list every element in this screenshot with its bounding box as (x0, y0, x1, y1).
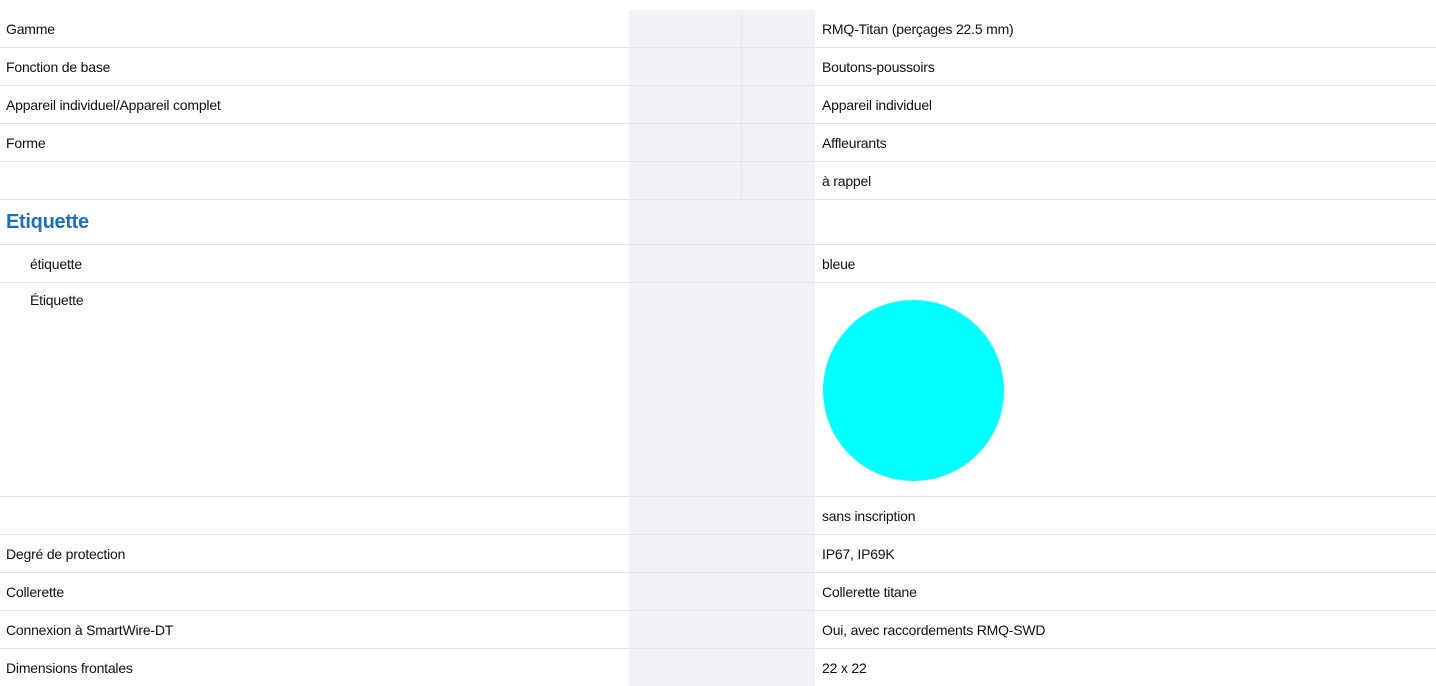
spec-row-gamme: Gamme RMQ-Titan (perçages 22.5 mm) (0, 10, 1436, 48)
spec-gutter (629, 497, 815, 534)
section-header-etiquette: Etiquette (0, 200, 1436, 245)
spec-label: étiquette (30, 255, 82, 272)
spec-row-dimensions: Dimensions frontales 22 x 22 (0, 649, 1436, 686)
spec-row-etiquette-color: étiquette bleue (0, 245, 1436, 283)
spec-label: Gamme (6, 20, 55, 37)
spec-row-forme-continued: à rappel (0, 162, 1436, 200)
section-title: Etiquette (6, 210, 89, 233)
spec-row-degre-protection: Degré de protection IP67, IP69K (0, 535, 1436, 573)
spec-value: Affleurants (822, 134, 887, 151)
spec-row-inscription: sans inscription (0, 497, 1436, 535)
spec-gutter (629, 48, 815, 85)
spec-value: Collerette titane (822, 583, 917, 600)
spec-row-forme: Forme Affleurants (0, 124, 1436, 162)
spec-gutter (629, 649, 815, 686)
spec-table: Gamme RMQ-Titan (perçages 22.5 mm) Fonct… (0, 10, 1436, 686)
spec-gutter (629, 10, 815, 47)
spec-value: sans inscription (822, 507, 916, 524)
spec-gutter (629, 283, 815, 496)
spec-gutter (629, 162, 815, 199)
spec-label (0, 497, 629, 534)
spec-label: Connexion à SmartWire-DT (6, 621, 174, 638)
spec-value: Boutons-poussoirs (822, 58, 935, 75)
color-swatch (823, 300, 1004, 481)
spec-row-smartwire: Connexion à SmartWire-DT Oui, avec racco… (0, 611, 1436, 649)
section-title-cell: Etiquette (0, 200, 629, 244)
spec-label: Collerette (6, 583, 64, 600)
spec-label: Forme (6, 134, 46, 151)
spec-value: Appareil individuel (822, 96, 932, 113)
spec-value: Oui, avec raccordements RMQ-SWD (822, 621, 1046, 638)
spec-gutter (629, 86, 815, 123)
spec-label: Fonction de base (6, 58, 111, 75)
spec-gutter (629, 245, 815, 282)
spec-value: 22 x 22 (822, 659, 867, 676)
spec-value: IP67, IP69K (822, 545, 895, 562)
spec-label: Degré de protection (6, 545, 126, 562)
spec-gutter (629, 200, 815, 244)
spec-row-fonction-de-base: Fonction de base Boutons-poussoirs (0, 48, 1436, 86)
spec-row-appareil: Appareil individuel/Appareil complet App… (0, 86, 1436, 124)
spec-gutter (629, 535, 815, 572)
spec-value: RMQ-Titan (perçages 22.5 mm) (822, 20, 1014, 37)
spec-label: Dimensions frontales (6, 659, 133, 676)
spec-label: Étiquette (30, 292, 84, 308)
spec-gutter (629, 573, 815, 610)
spec-value: à rappel (822, 172, 871, 189)
spec-value: bleue (822, 255, 856, 272)
spec-gutter (629, 124, 815, 161)
spec-row-etiquette-swatch: Étiquette (0, 283, 1436, 497)
spec-label (0, 162, 629, 199)
spec-gutter (629, 611, 815, 648)
spec-row-collerette: Collerette Collerette titane (0, 573, 1436, 611)
spec-label: Appareil individuel/Appareil complet (6, 96, 221, 113)
